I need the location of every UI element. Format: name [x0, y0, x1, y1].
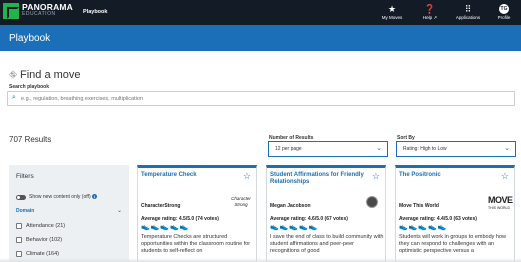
- number-of-results-select[interactable]: 12 per page ⌄: [268, 141, 388, 157]
- rating-shoes-icon: 👟👟👟👟👟: [270, 224, 319, 231]
- new-content-toggle-label: Show new content only (off) i: [29, 194, 97, 200]
- filter-option-label: Attendance (21): [26, 223, 66, 229]
- author-avatar: [366, 196, 378, 208]
- panorama-logo[interactable]: PANORAMA EDUCATION: [3, 3, 73, 19]
- card-rating: Average rating: 4.6/5.0 (67 votes): [270, 216, 348, 222]
- move-card[interactable]: Temperature Check ☆ CharacterStrong Char…: [137, 165, 257, 262]
- checkbox[interactable]: [16, 237, 22, 243]
- card-author: Move This World: [399, 203, 439, 209]
- filter-option-label: Behavior (102): [26, 237, 63, 243]
- top-navigation-bar: PANORAMA EDUCATION Playbook ★ My Moves ❓…: [0, 0, 521, 25]
- results-count: 707 Results: [9, 135, 52, 144]
- search-input[interactable]: [21, 94, 501, 104]
- info-icon[interactable]: i: [92, 194, 97, 199]
- card-description: I save the end of class to build communi…: [270, 234, 384, 254]
- card-rating: Average rating: 4.5/5.0 (74 votes): [141, 216, 219, 222]
- card-author: Megan Jacobson: [270, 203, 311, 209]
- moves-icon: ⛗: [9, 70, 17, 81]
- nav-my-moves[interactable]: ★ My Moves: [375, 3, 409, 20]
- new-content-toggle[interactable]: [16, 195, 26, 200]
- nav-applications-label: Applications: [455, 15, 481, 20]
- filter-option-label: Climate (164): [26, 251, 60, 257]
- filter-option-climate[interactable]: Climate (164): [16, 251, 59, 257]
- card-description: Temperature Checks are structured opport…: [141, 234, 251, 254]
- domain-filter-heading[interactable]: Domain: [16, 208, 34, 214]
- toggle-label-text: Show new content only (off): [29, 194, 91, 200]
- characterstrong-logo: Character Strong: [231, 196, 251, 207]
- move-this-world-logo: MOVE THIS WORLD: [488, 195, 513, 212]
- sort-by-select[interactable]: Rating: High to Low ⌄: [396, 141, 516, 157]
- panorama-logo-icon: [3, 3, 19, 19]
- favorite-star-icon[interactable]: ☆: [501, 171, 509, 182]
- filter-option-behavior[interactable]: Behavior (102): [16, 237, 62, 243]
- number-of-results-value: 12 per page: [275, 146, 302, 152]
- nav-my-moves-label: My Moves: [381, 15, 403, 20]
- find-a-move-heading: ⛗ Find a move: [9, 69, 81, 81]
- card-title[interactable]: The Positronic: [399, 172, 495, 179]
- logo-sub-word: THIS WORLD: [488, 206, 510, 210]
- filter-option-attendance[interactable]: Attendance (21): [16, 223, 65, 229]
- logo-main-text: PANORAMA: [22, 2, 74, 12]
- favorite-star-icon[interactable]: ☆: [243, 171, 251, 182]
- nav-help[interactable]: ❓ Help ↗: [413, 3, 447, 21]
- move-card[interactable]: Student Affirmations for Friendly Relati…: [266, 165, 386, 262]
- rating-shoes-icon: 👟👟👟👟👟: [141, 224, 190, 231]
- favorite-star-icon[interactable]: ☆: [372, 171, 380, 182]
- chevron-down-icon: ⌄: [376, 145, 382, 152]
- move-card[interactable]: The Positronic ☆ Move This World MOVE TH…: [395, 165, 515, 262]
- card-author: CharacterStrong: [141, 203, 181, 209]
- sort-by-value: Rating: High to Low: [403, 146, 447, 152]
- logo-sub-text: EDUCATION: [22, 11, 56, 17]
- card-description: Students will work in groups to embody h…: [399, 234, 506, 254]
- find-a-move-text: Find a move: [20, 69, 81, 81]
- star-icon: ★: [387, 4, 397, 14]
- profile-icon: TG: [499, 4, 509, 14]
- scroll-shadow: [0, 258, 521, 262]
- card-rating: Average rating: 4.4/5.0 (63 votes): [399, 216, 477, 222]
- rating-shoes-icon: 👟👟👟👟👟: [399, 224, 448, 231]
- card-title[interactable]: Temperature Check: [141, 172, 237, 179]
- nav-profile-label: Profile: [497, 15, 511, 20]
- app-name: Playbook: [83, 9, 108, 15]
- page-title: Playbook: [9, 33, 51, 44]
- checkbox[interactable]: [16, 223, 22, 229]
- logo-main-word: MOVE: [488, 195, 513, 205]
- chevron-down-icon: ⌄: [504, 145, 510, 152]
- nav-help-label: Help ↗: [422, 15, 438, 20]
- grid-icon: ⠿: [464, 4, 472, 14]
- card-title[interactable]: Student Affirmations for Friendly Relati…: [270, 172, 366, 186]
- filters-panel: Filters Show new content only (off) i Do…: [9, 165, 129, 262]
- filters-title: Filters: [16, 173, 34, 180]
- checkbox[interactable]: [16, 251, 22, 257]
- page-header: Playbook: [0, 25, 521, 51]
- search-icon: ⌕: [12, 94, 16, 101]
- nav-profile[interactable]: TG Profile: [487, 3, 521, 20]
- search-label: Search playbook: [9, 84, 50, 90]
- chevron-down-icon[interactable]: ⌄: [117, 207, 122, 214]
- help-icon: ❓: [424, 4, 436, 14]
- nav-applications[interactable]: ⠿ Applications: [451, 3, 485, 20]
- search-box[interactable]: ⌕: [7, 91, 515, 106]
